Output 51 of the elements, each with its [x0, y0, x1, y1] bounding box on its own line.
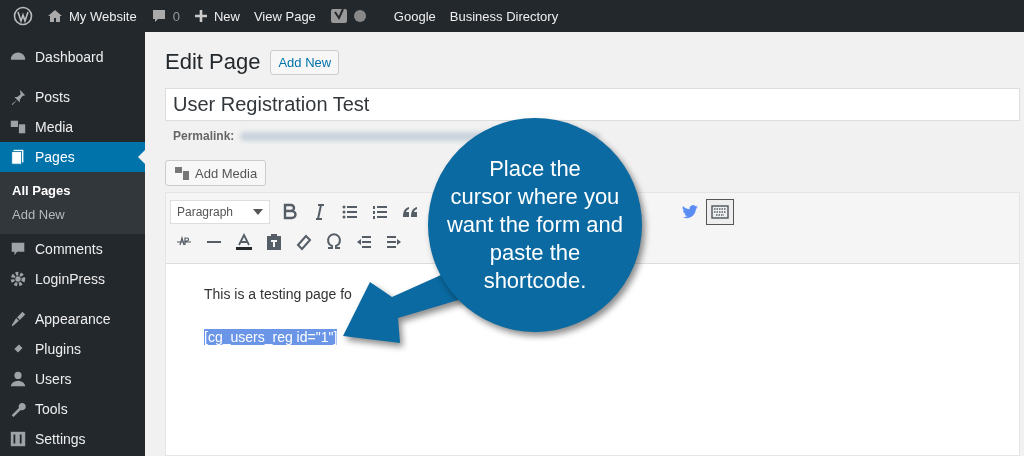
sliders-icon [9, 430, 27, 448]
selected-shortcode: [cg_users_reg id="1"] [204, 329, 338, 345]
status-dot-icon [353, 10, 366, 22]
menu-item[interactable]: Plugins [0, 334, 145, 364]
caret-icon [253, 209, 263, 215]
menu-item[interactable]: Settings [0, 424, 145, 454]
brush-icon [9, 310, 27, 328]
site-name-link[interactable]: My Website [40, 0, 144, 32]
submenu-item[interactable]: All Pages [0, 178, 145, 202]
toolbar-link[interactable]: Google [386, 0, 443, 32]
toolbar-toggle-button[interactable] [706, 199, 734, 225]
new-link[interactable]: New [186, 0, 247, 32]
add-media-button[interactable]: Add Media [165, 160, 267, 186]
page-heading: Edit Page [165, 49, 261, 75]
color-icon [234, 232, 254, 252]
submenu-item[interactable]: Add New [0, 202, 145, 226]
wrench-icon [9, 400, 27, 418]
menu-item[interactable]: Comments [0, 234, 145, 264]
menu-item[interactable]: Users [0, 364, 145, 394]
callout-text: Place the cursor where you want the form and paste the shortcode. [446, 155, 624, 295]
omega-icon [324, 232, 344, 252]
menu-item[interactable]: Appearance [0, 304, 145, 334]
wordpress-logo-icon[interactable] [13, 6, 33, 26]
permalink-label: Permalink: [173, 129, 235, 143]
menu-item[interactable]: LoginPress [0, 264, 145, 294]
home-icon [47, 8, 63, 24]
toolbar-link[interactable]: Business Directory [442, 0, 566, 32]
menu-item[interactable]: Media [0, 112, 145, 142]
comment-icon [9, 240, 27, 258]
keyboard-icon [710, 202, 730, 222]
rule-icon [207, 241, 221, 243]
eraser-icon [294, 232, 314, 252]
paragraph-text: This is a testing page fo [204, 286, 353, 302]
menu-item[interactable]: Tools [0, 394, 145, 424]
pin-icon [9, 88, 27, 106]
menu-item[interactable]: Posts [0, 82, 145, 112]
seo-plugin-icon[interactable] [329, 7, 348, 25]
add-new-button[interactable]: Add New [270, 49, 340, 75]
media-icon [9, 118, 27, 136]
user-icon [9, 370, 27, 388]
menu-item[interactable]: Dashboard [0, 42, 145, 72]
view-page-link[interactable]: View Page [246, 0, 323, 32]
format-select[interactable]: Paragraph [170, 200, 270, 224]
title-field[interactable]: User Registration Test [165, 88, 1020, 121]
plus-icon [193, 9, 208, 23]
media-icon [174, 165, 190, 181]
gear-icon [9, 270, 27, 288]
comment-icon [150, 8, 167, 24]
paste-icon [264, 232, 284, 252]
menu-item[interactable]: Pages [0, 142, 145, 172]
comments-link[interactable]: 0 [143, 0, 187, 32]
